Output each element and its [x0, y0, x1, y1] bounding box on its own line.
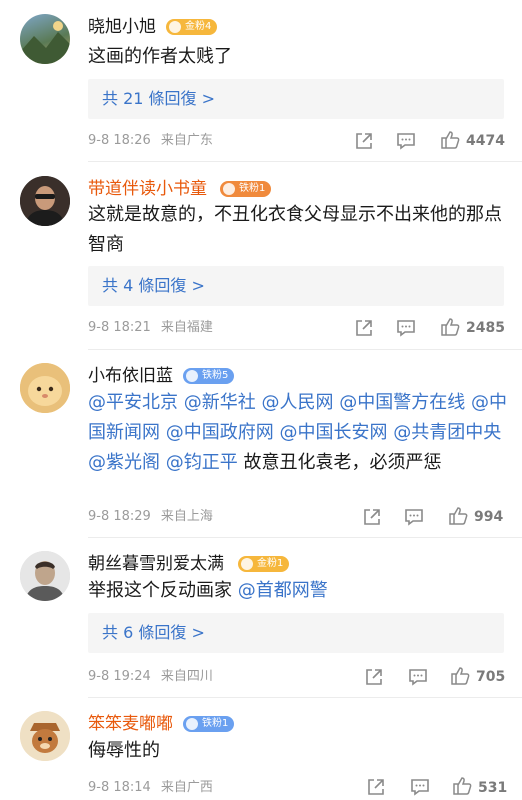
comment-text-head: 举报这个反动画家: [88, 580, 238, 601]
fan-badge: 铁粉5: [183, 368, 235, 384]
username[interactable]: 小布依旧蓝: [88, 365, 173, 387]
like-icon[interactable]: [452, 776, 472, 796]
comment-text: 举报这个反动画家 @首都网警: [88, 576, 508, 606]
share-icon[interactable]: [354, 131, 374, 151]
comment-location: 来自广西: [160, 780, 213, 795]
like-count: 2485: [466, 320, 505, 336]
comment-meta: 9-8 18:14 来自广西: [88, 779, 213, 797]
comment-time: 9-8 18:26: [88, 133, 151, 148]
mention-link[interactable]: @中国警方在线: [339, 392, 465, 413]
avatar[interactable]: [20, 14, 70, 64]
avatar-landscape-image: [20, 21, 70, 64]
comment-meta: 9-8 18:26 来自广东: [88, 132, 213, 150]
comment-text: @平安北京 @新华社 @人民网 @中国警方在线 @中国新闻网 @中国政府网 @中…: [88, 388, 508, 478]
avatar[interactable]: [20, 363, 70, 413]
replies-label: 共 6 條回復 >: [102, 623, 205, 642]
comment-location: 来自福建: [160, 320, 213, 335]
like-icon[interactable]: [450, 666, 470, 686]
fan-badge-label: 铁粉1: [202, 718, 229, 729]
like-icon[interactable]: [440, 317, 460, 337]
like-icon[interactable]: [448, 506, 468, 526]
comment-text-tail: 故意丑化袁老，必须严惩: [237, 452, 442, 473]
comment-text: 这就是故意的，不丑化衣食父母显示不出来他的那点智商: [88, 204, 502, 255]
comment-meta: 9-8 18:21 来自福建: [88, 319, 213, 337]
comment-icon[interactable]: [408, 667, 428, 687]
username[interactable]: 朝丝暮雪别爱太满: [88, 553, 224, 575]
avatar-portrait-image: [20, 176, 70, 226]
share-icon[interactable]: [362, 507, 382, 527]
mention-link[interactable]: @平安北京: [88, 392, 178, 413]
fan-badge: 金粉1: [238, 556, 290, 572]
username[interactable]: 笨笨麦嘟嘟: [88, 713, 173, 735]
comment-location: 来自广东: [160, 133, 213, 148]
fan-badge: 铁粉1: [220, 181, 272, 197]
avatar[interactable]: [20, 176, 70, 226]
fan-badge-icon: [186, 718, 198, 730]
fan-badge: 金粉4: [166, 19, 218, 35]
like-count: 994: [474, 509, 504, 525]
mention-link[interactable]: @新华社: [184, 392, 256, 413]
avatar-cartoon-image: [20, 363, 70, 413]
fan-badge-label: 金粉1: [257, 558, 284, 569]
view-replies-button[interactable]: 共 6 條回復 >: [88, 613, 504, 653]
comment-meta: 9-8 19:24 来自四川: [88, 668, 213, 686]
comment-text: 这画的作者太贱了: [88, 46, 232, 67]
mention-link[interactable]: @共青团中央: [393, 422, 501, 443]
avatar[interactable]: [20, 711, 70, 761]
comment-icon[interactable]: [396, 131, 416, 151]
like-count: 4474: [466, 133, 505, 149]
fan-badge-icon: [241, 558, 253, 570]
comment-item-1: 晓旭小旭 金粉4 这画的作者太贱了 共 21 條回復 > 9-8 18:26 来自…: [0, 0, 522, 162]
fan-badge-icon: [223, 183, 235, 195]
fan-badge-label: 铁粉5: [202, 370, 229, 381]
username[interactable]: 带道伴读小书童: [88, 178, 207, 200]
avatar-portrait-image: [20, 551, 70, 601]
fan-badge-label: 铁粉1: [239, 183, 266, 194]
divider: [88, 161, 522, 162]
comment-icon[interactable]: [404, 507, 424, 527]
mention-link[interactable]: @人民网: [261, 392, 333, 413]
fan-badge-icon: [169, 21, 181, 33]
share-icon[interactable]: [364, 667, 384, 687]
view-replies-button[interactable]: 共 4 條回復 >: [88, 266, 504, 306]
divider: [88, 349, 522, 350]
avatar-cartoon-image: [20, 711, 70, 761]
comment-time: 9-8 18:29: [88, 509, 151, 524]
fan-badge-icon: [186, 370, 198, 382]
comment-time: 9-8 18:21: [88, 320, 151, 335]
comment-time: 9-8 18:14: [88, 780, 151, 795]
comment-text: 侮辱性的: [88, 740, 160, 761]
like-count: 531: [478, 780, 508, 796]
username[interactable]: 晓旭小旭: [88, 16, 156, 38]
fan-badge: 铁粉1: [183, 716, 235, 732]
fan-badge-label: 金粉4: [185, 21, 212, 32]
comment-location: 来自上海: [160, 509, 213, 524]
like-icon[interactable]: [440, 130, 460, 150]
comment-location: 来自四川: [160, 669, 213, 684]
like-count: 705: [476, 669, 506, 685]
replies-label: 共 4 條回復 >: [102, 276, 205, 295]
comment-time: 9-8 19:24: [88, 669, 151, 684]
mention-link[interactable]: @中国政府网: [166, 422, 274, 443]
mention-link[interactable]: @中国长安网: [279, 422, 387, 443]
comment-icon[interactable]: [410, 777, 430, 797]
avatar[interactable]: [20, 551, 70, 601]
divider: [88, 697, 522, 698]
mention-link[interactable]: @首都网警: [238, 580, 328, 601]
share-icon[interactable]: [354, 318, 374, 338]
mention-link[interactable]: @钧正平: [166, 452, 238, 473]
mention-link[interactable]: @紫光阁: [88, 452, 160, 473]
comment-meta: 9-8 18:29 来自上海: [88, 508, 213, 526]
view-replies-button[interactable]: 共 21 條回復 >: [88, 79, 504, 119]
divider: [88, 537, 522, 538]
share-icon[interactable]: [366, 777, 386, 797]
replies-label: 共 21 條回復 >: [102, 89, 216, 108]
comment-icon[interactable]: [396, 318, 416, 338]
